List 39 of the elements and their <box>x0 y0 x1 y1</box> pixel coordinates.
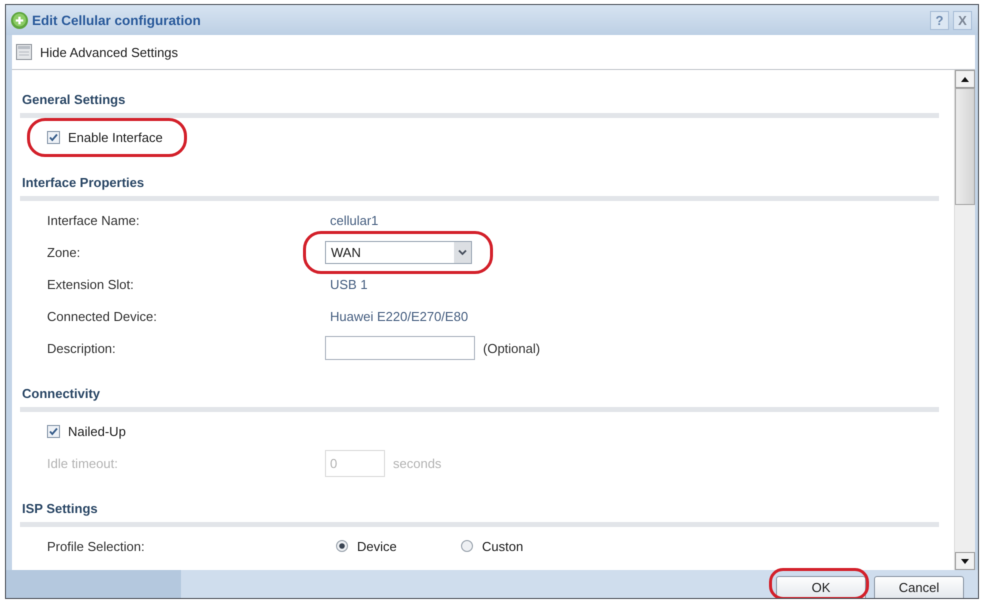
scrollbar[interactable] <box>954 70 975 570</box>
radio-label: Custon <box>482 538 524 554</box>
scrollbar-thumb[interactable] <box>955 88 975 205</box>
up-triangle-icon <box>961 76 969 82</box>
field-label: Profile Selection: <box>47 538 145 554</box>
dialog-button[interactable]: OK <box>776 576 866 598</box>
field-label: Zone: <box>47 244 80 260</box>
field-value: Huawei E220/E270/E80 <box>329 308 468 324</box>
scroll-up-button[interactable] <box>955 70 975 88</box>
section-heading: ISP Settings <box>21 500 99 518</box>
checkbox-label: Nailed-Up <box>68 424 126 438</box>
window-title: Edit Cellular configuration <box>32 12 201 28</box>
field-label: Idle timeout: <box>47 456 118 470</box>
checkbox[interactable] <box>47 424 60 438</box>
section-heading: Interface Properties <box>21 174 146 192</box>
panel-icon <box>16 44 32 60</box>
plus-circle-icon <box>11 12 28 28</box>
checkbox-label: Enable Interface <box>68 130 163 144</box>
field-label: Interface Name: <box>47 212 140 228</box>
field-label: Extension Slot: <box>47 276 134 292</box>
checkbox[interactable] <box>47 130 60 144</box>
field-value: cellular1 <box>329 212 378 228</box>
scroll-down-button[interactable] <box>955 552 975 570</box>
dropdown[interactable]: WAN <box>325 240 472 264</box>
field-label: Connected Device: <box>47 308 157 324</box>
radio-button[interactable] <box>336 540 348 552</box>
input-field[interactable] <box>325 336 475 360</box>
unit-label: seconds <box>393 456 442 470</box>
toolbar-button[interactable]: Hide Advanced Settings <box>16 44 178 60</box>
radio-button[interactable] <box>461 540 473 552</box>
down-triangle-icon <box>961 558 969 564</box>
section-heading: General Settings <box>21 91 126 109</box>
field-label: Description: <box>47 340 116 356</box>
caret-icon <box>454 242 471 262</box>
section-heading: Connectivity <box>21 385 102 403</box>
radio-label: Device <box>357 538 397 554</box>
field-value: USB 1 <box>329 276 368 292</box>
dialog-button[interactable]: Cancel <box>874 576 964 598</box>
hint-text: (Optional) <box>483 340 540 356</box>
